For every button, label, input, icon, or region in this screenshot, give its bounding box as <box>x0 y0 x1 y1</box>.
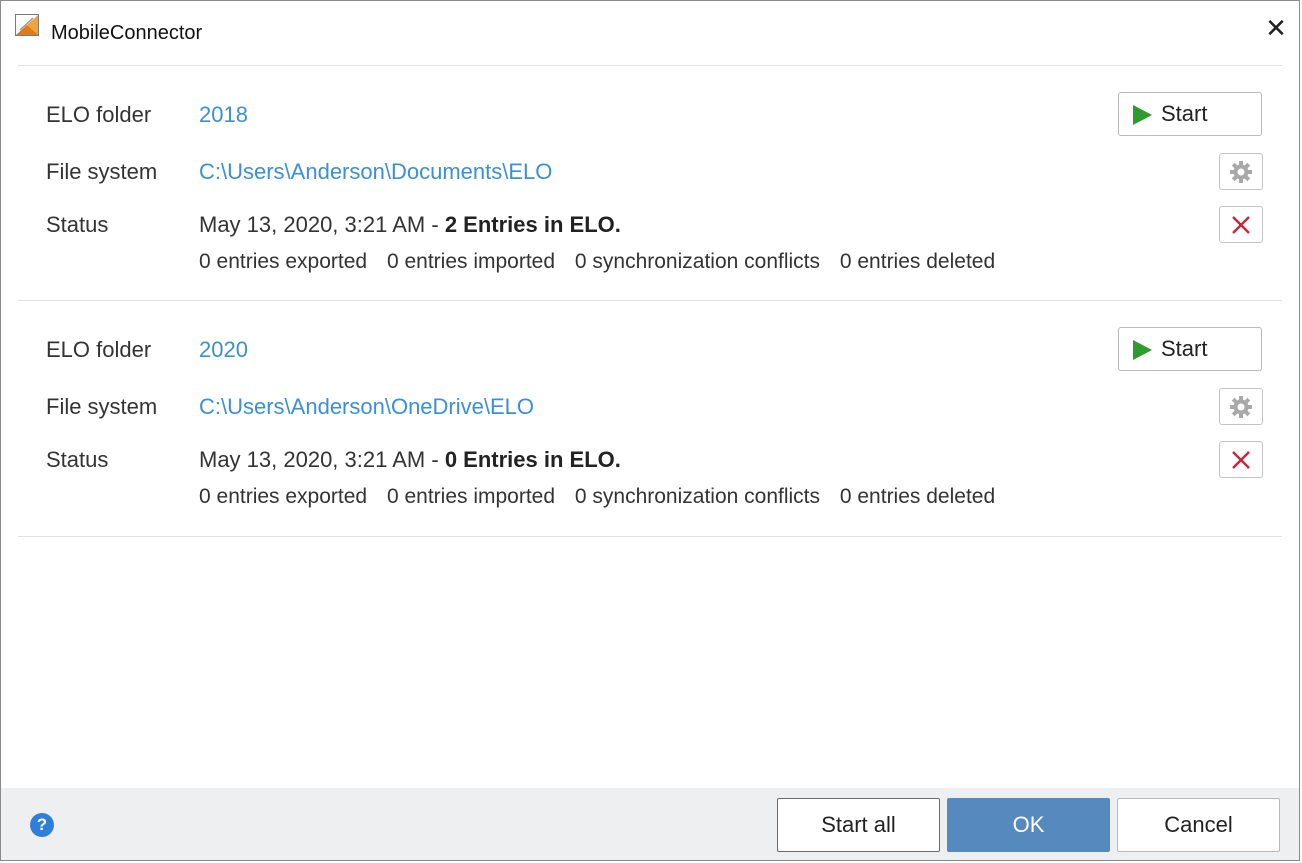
mobileconnector-dialog: MobileConnector ✕ ELO folder 2018 File s… <box>0 0 1300 861</box>
play-icon <box>1133 105 1152 125</box>
close-icon[interactable]: ✕ <box>1263 15 1289 41</box>
status-text: May 13, 2020, 3:21 AM - 0 Entries in ELO… <box>199 447 621 473</box>
start-label: Start <box>1161 101 1208 126</box>
deleted-count: 0 entries deleted <box>839 250 996 273</box>
file-system-path-link[interactable]: C:\Users\Anderson\Documents\ELO <box>199 159 552 185</box>
dialog-footer: ? Start all OK Cancel <box>1 788 1299 860</box>
delete-x-icon <box>1232 450 1250 469</box>
status-time: May 13, 2020, 3:21 AM - <box>199 447 445 472</box>
imported-count: 0 entries imported <box>386 250 556 273</box>
elo-folder-link[interactable]: 2018 <box>199 102 248 128</box>
status-label: Status <box>46 447 109 472</box>
gear-icon <box>1230 160 1252 183</box>
sync-counts: 0 entries exported 0 entries imported 0 … <box>199 250 1009 274</box>
settings-button[interactable] <box>1219 388 1263 425</box>
play-icon <box>1133 340 1152 360</box>
conflicts-count: 0 synchronization conflicts <box>574 250 821 273</box>
settings-button[interactable] <box>1219 153 1263 190</box>
window-title: MobileConnector <box>51 22 203 44</box>
file-system-path-link[interactable]: C:\Users\Anderson\OneDrive\ELO <box>199 394 534 420</box>
status-result: 0 Entries in ELO. <box>444 447 621 472</box>
exported-count: 0 entries exported <box>199 485 368 508</box>
elo-folder-label: ELO folder <box>46 337 152 362</box>
divider <box>18 536 1282 537</box>
start-button[interactable]: Start <box>1118 327 1262 371</box>
conflicts-count: 0 synchronization conflicts <box>574 485 821 508</box>
exported-count: 0 entries exported <box>199 250 368 273</box>
start-label: Start <box>1161 336 1208 361</box>
status-label: Status <box>46 212 109 237</box>
gear-icon <box>1230 395 1252 418</box>
ok-button[interactable]: OK <box>947 798 1110 852</box>
sync-counts: 0 entries exported 0 entries imported 0 … <box>199 485 1009 509</box>
deleted-count: 0 entries deleted <box>839 485 996 508</box>
start-button[interactable]: Start <box>1118 92 1262 136</box>
elo-folder-link[interactable]: 2020 <box>199 337 248 363</box>
file-system-label: File system <box>46 394 158 419</box>
file-system-label: File system <box>46 159 158 184</box>
sync-entry: ELO folder 2018 File system C:\Users\And… <box>1 65 1299 300</box>
remove-button[interactable] <box>1219 441 1263 478</box>
app-icon <box>15 14 39 36</box>
delete-x-icon <box>1232 215 1250 234</box>
title-bar: MobileConnector ✕ <box>1 1 1299 65</box>
cancel-button[interactable]: Cancel <box>1117 798 1280 852</box>
start-all-button[interactable]: Start all <box>777 798 940 852</box>
elo-folder-label: ELO folder <box>46 102 152 127</box>
status-text: May 13, 2020, 3:21 AM - 2 Entries in ELO… <box>199 212 621 238</box>
sync-entry: ELO folder 2020 File system C:\Users\And… <box>1 300 1299 535</box>
help-icon[interactable]: ? <box>30 813 54 837</box>
remove-button[interactable] <box>1219 206 1263 243</box>
imported-count: 0 entries imported <box>386 485 556 508</box>
status-time: May 13, 2020, 3:21 AM - <box>199 212 445 237</box>
status-result: 2 Entries in ELO. <box>444 212 621 237</box>
